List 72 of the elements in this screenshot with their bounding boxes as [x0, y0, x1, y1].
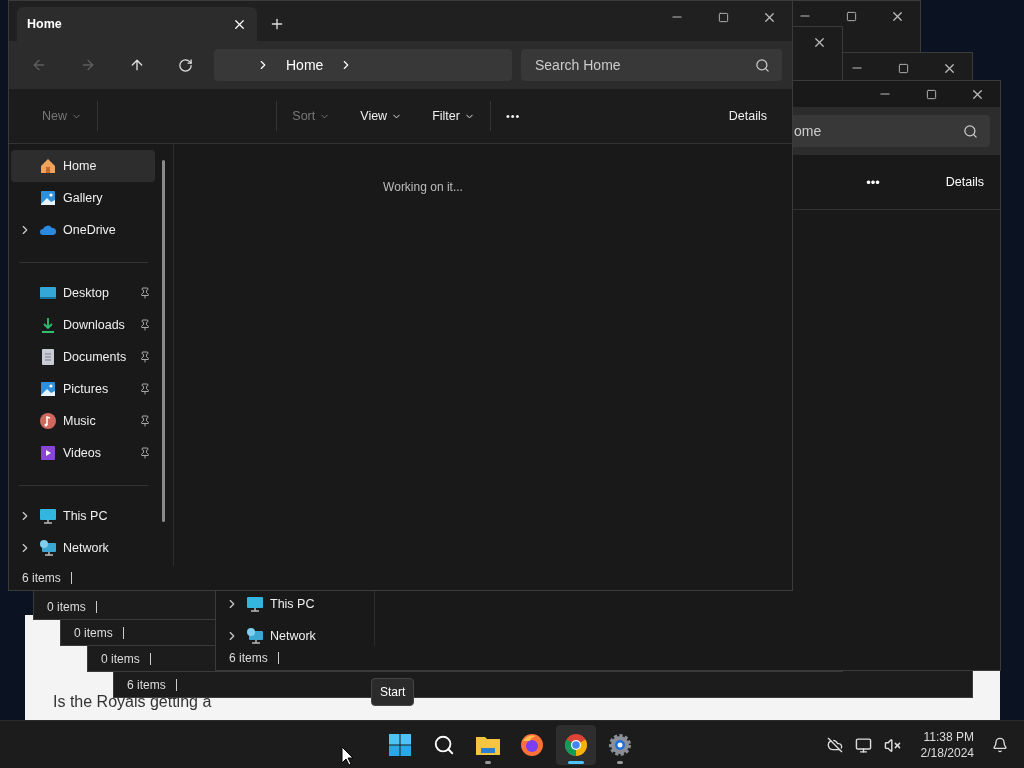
- more-button[interactable]: •••: [866, 174, 880, 190]
- house-icon: [39, 157, 57, 175]
- mouse-pointer-icon: [341, 746, 353, 766]
- video-icon: [39, 444, 57, 462]
- loading-message: Working on it...: [383, 180, 463, 194]
- address-bar[interactable]: Home: [214, 49, 512, 81]
- sidebar-item[interactable]: Desktop: [11, 277, 155, 309]
- maximize-icon[interactable]: [717, 11, 729, 23]
- filter-button[interactable]: Filter: [417, 109, 490, 123]
- music-icon: [39, 412, 57, 430]
- sidebar-item[interactable]: Gallery: [11, 182, 155, 214]
- pin-icon: [139, 351, 151, 363]
- bell-icon[interactable]: [992, 737, 1008, 753]
- search-icon: [755, 57, 770, 73]
- view-button[interactable]: View: [345, 109, 418, 123]
- pin-icon: [139, 287, 151, 299]
- search-field[interactable]: Search Home: [521, 49, 782, 81]
- network-icon: [39, 539, 57, 557]
- taskbar-app-button[interactable]: [556, 725, 596, 765]
- tooltip: Start: [371, 678, 415, 706]
- item-count: 6 items: [22, 571, 61, 585]
- sidebar-item[interactable]: Videos: [11, 437, 155, 469]
- sidebar-item[interactable]: Home: [11, 150, 155, 182]
- sidebar-item[interactable]: Downloads: [11, 309, 155, 341]
- search-field[interactable]: ome: [793, 115, 990, 147]
- desktop-icon: [39, 284, 57, 302]
- sidebar-item[interactable]: This PC: [218, 594, 365, 614]
- folder-icon: [475, 734, 501, 756]
- pin-icon: [139, 415, 151, 427]
- sidebar-item[interactable]: Documents: [11, 341, 155, 373]
- muted-speaker-icon[interactable]: [883, 736, 901, 754]
- details-button[interactable]: Details: [945, 175, 984, 189]
- fox-browser-icon: [520, 733, 544, 757]
- monitor-icon: [39, 507, 57, 525]
- maximize-icon[interactable]: [845, 10, 857, 22]
- plus-icon[interactable]: [269, 16, 285, 32]
- web-page-text: Is the Royals getting a: [53, 693, 212, 711]
- picture-icon: [39, 380, 57, 398]
- sidebar-item[interactable]: Network: [11, 532, 155, 564]
- item-count: 0 items: [47, 600, 86, 614]
- network-icon[interactable]: [854, 736, 872, 754]
- clock[interactable]: 11:38 PM 2/18/2024: [920, 729, 974, 761]
- document-icon: [39, 348, 57, 366]
- details-button[interactable]: Details: [713, 109, 782, 123]
- item-count: 0 items: [101, 652, 140, 666]
- gear-icon: [608, 733, 632, 757]
- breadcrumb[interactable]: Home: [286, 57, 324, 73]
- maximize-icon[interactable]: [925, 88, 937, 100]
- sidebar-item[interactable]: Music: [11, 405, 155, 437]
- browser-icon: [564, 733, 588, 757]
- picture-icon: [39, 189, 57, 207]
- pin-icon: [139, 383, 151, 395]
- cloud-off-icon[interactable]: [826, 737, 843, 753]
- sidebar-item[interactable]: OneDrive: [11, 214, 155, 246]
- monitor-icon: [246, 595, 264, 613]
- network-icon: [246, 627, 264, 645]
- download-icon: [39, 316, 57, 334]
- pin-icon: [139, 447, 151, 459]
- windows-logo-icon: [388, 733, 412, 757]
- search-icon: [963, 123, 978, 139]
- search-icon: [433, 734, 455, 756]
- maximize-icon[interactable]: [897, 62, 909, 74]
- refresh-icon[interactable]: [178, 57, 193, 73]
- item-count: 0 items: [74, 626, 113, 640]
- sidebar-item[interactable]: Pictures: [11, 373, 155, 405]
- sidebar-item[interactable]: Network: [218, 626, 365, 646]
- item-count: 6 items: [127, 678, 166, 692]
- sidebar-item[interactable]: This PC: [11, 500, 155, 532]
- more-button[interactable]: •••: [490, 110, 536, 122]
- pin-icon: [139, 319, 151, 331]
- tab[interactable]: Home: [17, 7, 257, 41]
- item-count: 6 items: [229, 651, 268, 665]
